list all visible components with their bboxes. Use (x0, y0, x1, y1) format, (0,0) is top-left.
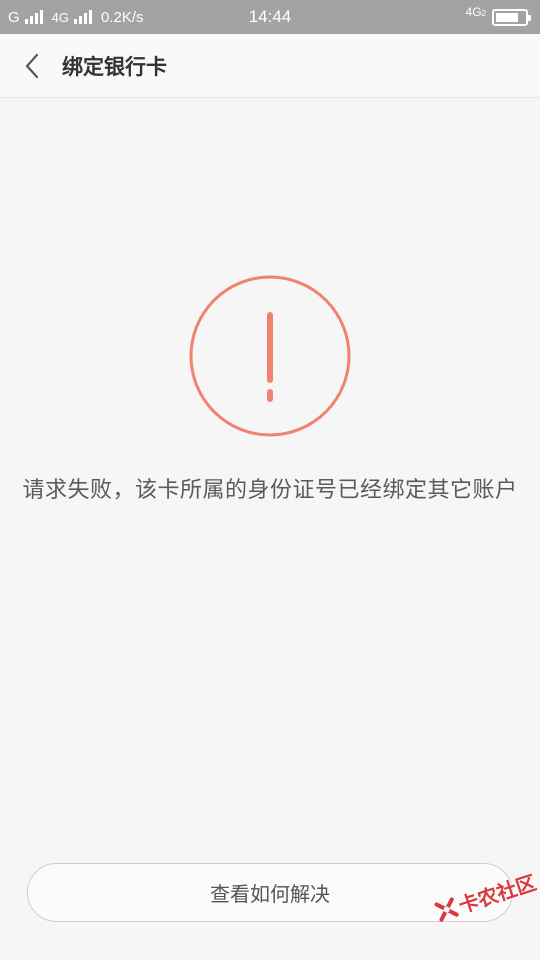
exclamation-circle-icon (189, 275, 351, 437)
title-bar: 绑定银行卡 (0, 34, 540, 98)
page-title: 绑定银行卡 (62, 55, 167, 79)
clock: 14:44 (248, 7, 292, 26)
back-button[interactable] (10, 44, 54, 88)
chevron-left-icon (25, 53, 39, 79)
network-type-icon: 4G2 (466, 6, 486, 20)
battery-level (496, 12, 519, 22)
status-bar: G 4G 0.2K/s 14:44 4G2 (0, 0, 540, 34)
network-type-label: 4G (465, 5, 482, 19)
error-message: 请求失败，该卡所属的身份证号已经绑定其它账户 (22, 478, 518, 503)
network-sub-label: 2 (481, 9, 486, 18)
status-right: 4G2 (466, 0, 531, 34)
battery-icon (492, 8, 531, 26)
